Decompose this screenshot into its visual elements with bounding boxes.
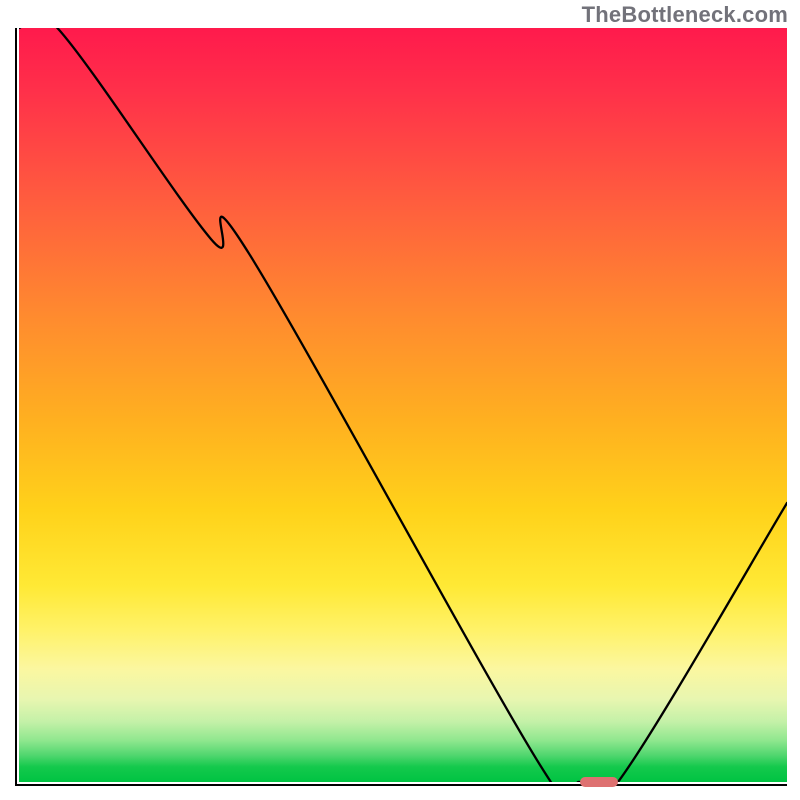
optimal-range-marker [580,777,618,787]
chart-container: TheBottleneck.com [0,0,800,800]
plot-area [15,28,787,786]
watermark-text: TheBottleneck.com [582,2,788,28]
curve-path [19,28,787,782]
bottleneck-curve [19,28,787,782]
